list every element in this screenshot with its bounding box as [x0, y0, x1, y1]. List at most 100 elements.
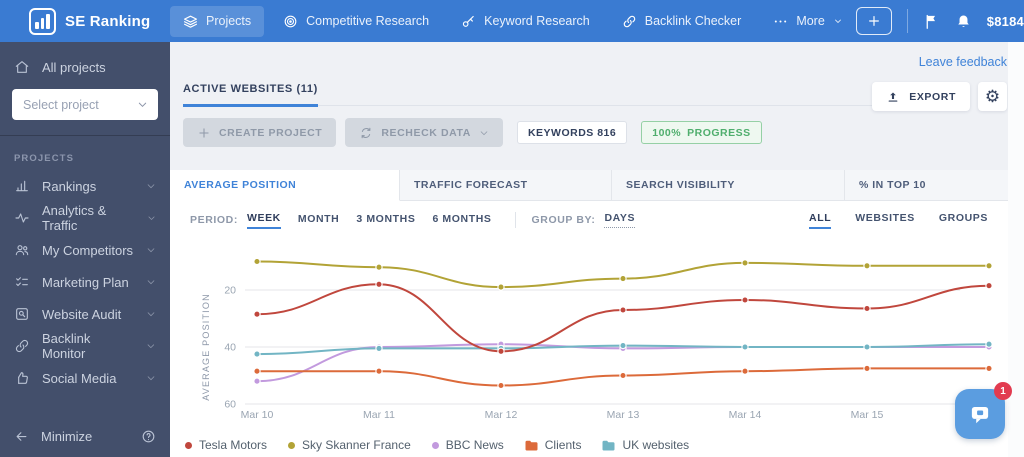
sidebar-item-website-audit[interactable]: Website Audit: [0, 298, 170, 330]
sidebar-item-label: Marketing Plan: [42, 274, 129, 290]
chevron-down-icon: [147, 248, 155, 253]
sidebar-item-all-projects[interactable]: All projects: [0, 42, 170, 87]
export-label: EXPORT: [909, 90, 956, 103]
controls-divider: [514, 212, 516, 228]
chart-controls: PERIOD: WEEK MONTH 3 MONTHS 6 MONTHS GRO…: [170, 201, 1008, 239]
chat-unread-badge: 1: [994, 382, 1012, 400]
legend-item[interactable]: Tesla Motors: [185, 438, 267, 452]
refresh-icon: [361, 127, 371, 138]
legend-item[interactable]: Clients: [525, 438, 581, 452]
chevron-down-icon: [147, 184, 155, 189]
scope-all[interactable]: ALL: [809, 212, 832, 229]
chevron-down-icon: [147, 312, 155, 317]
bar-chart-icon: [16, 180, 28, 192]
create-project-button[interactable]: CREATE PROJECT: [183, 118, 337, 147]
period-3-months[interactable]: 3 MONTHS: [356, 213, 415, 228]
nav-item-competitive-research[interactable]: Competitive Research: [270, 6, 442, 37]
legend-label: Tesla Motors: [199, 438, 268, 452]
sidebar-item-social-media[interactable]: Social Media: [0, 362, 170, 394]
key-icon: [463, 15, 474, 27]
chart-plot-area: 20 40 60 AVERAGE POSITION Mar 10 Mar 11 Mar 12…: [170, 239, 1008, 429]
add-button[interactable]: [855, 7, 892, 35]
nav-label: Keyword Research: [484, 14, 590, 28]
nav-label: Competitive Research: [306, 14, 430, 28]
svg-text:60: 60: [224, 399, 236, 411]
minimize-label: Minimize: [41, 428, 93, 444]
brand[interactable]: SE Ranking: [0, 7, 170, 35]
legend-label: UK websites: [622, 438, 690, 452]
recheck-data-label: RECHECK DATA: [381, 126, 471, 139]
sidebar-item-label: Social Media: [42, 370, 117, 386]
tab-percent-in-top-10[interactable]: % IN TOP 10: [845, 170, 1008, 200]
export-button[interactable]: EXPORT: [872, 82, 970, 111]
nav-item-more[interactable]: More: [760, 6, 855, 37]
thumbs-up-icon: [18, 372, 28, 384]
target-icon: [284, 15, 297, 27]
project-select[interactable]: Select project: [12, 89, 158, 120]
chevron-down-icon: [147, 344, 155, 349]
legend-label: Sky Skanner France: [302, 438, 411, 452]
keywords-badge-label: KEYWORDS 816: [527, 126, 617, 139]
sidebar-item-label: Backlink Monitor: [42, 331, 91, 361]
plus-icon: [199, 127, 209, 138]
folder-icon: [602, 440, 615, 450]
legend-item[interactable]: BBC News: [431, 438, 504, 452]
legend-item[interactable]: Sky Skanner France: [288, 438, 411, 452]
sidebar-item-my-competitors[interactable]: My Competitors: [0, 234, 170, 266]
sidebar-item-backlink-monitor[interactable]: Backlink Monitor: [0, 330, 170, 362]
chat-bubble-icon: [971, 406, 989, 424]
svg-text:Mar 10: Mar 10: [241, 409, 274, 421]
sidebar-item-rankings[interactable]: Rankings: [0, 170, 170, 202]
create-project-label: CREATE PROJECT: [219, 126, 323, 139]
keywords-badge: KEYWORDS 816: [516, 121, 628, 144]
link-icon: [15, 339, 29, 353]
main-content: Leave feedback ACTIVE WEBSITES (11) EXPO…: [170, 42, 1024, 457]
sidebar: All projects Select project PROJECTS Ran…: [0, 42, 170, 457]
settings-button[interactable]: ⚙: [978, 82, 1007, 111]
chevron-down-icon: [138, 102, 147, 107]
group-by-days[interactable]: DAYS: [604, 212, 636, 228]
tab-average-position[interactable]: AVERAGE POSITION: [170, 170, 400, 201]
top-navigation: Projects Competitive Research Keyword Re…: [170, 5, 856, 37]
pulse-icon: [15, 213, 29, 223]
nav-item-backlink-checker[interactable]: Backlink Checker: [609, 6, 755, 37]
home-icon: [15, 61, 29, 73]
sidebar-item-marketing-plan[interactable]: Marketing Plan: [0, 266, 170, 298]
help-icon[interactable]: [141, 429, 156, 444]
actions-row: CREATE PROJECT RECHECK DATA KEYWORDS 816…: [183, 118, 762, 147]
scope-groups[interactable]: GROUPS: [939, 212, 988, 229]
chat-widget-button[interactable]: 1: [955, 382, 1012, 439]
nav-item-keyword-research[interactable]: Keyword Research: [448, 6, 603, 37]
average-position-chart: 20 40 60 AVERAGE POSITION Mar 10 Mar 11 Mar 12…: [201, 257, 993, 421]
flag-button[interactable]: [923, 13, 940, 30]
progress-label: PROGRESS: [687, 126, 751, 139]
legend-item[interactable]: UK websites: [602, 438, 689, 452]
account-balance[interactable]: $8184.4477: [987, 14, 1024, 29]
folder-icon: [525, 440, 538, 450]
se-ranking-logo-icon: [29, 7, 56, 35]
recheck-data-button[interactable]: RECHECK DATA: [345, 118, 503, 147]
topbar: SE Ranking Projects Competitive Research…: [0, 0, 1024, 42]
tab-active-websites[interactable]: ACTIVE WEBSITES (11): [183, 83, 318, 107]
svg-text:Mar 12: Mar 12: [485, 409, 518, 421]
notifications-button[interactable]: [955, 13, 972, 30]
tab-traffic-forecast[interactable]: TRAFFIC FORECAST: [400, 170, 612, 200]
series-dot-icon: [288, 441, 296, 449]
tasks-icon: [16, 277, 28, 287]
audit-magnifier-icon: [16, 308, 28, 320]
period-week[interactable]: WEEK: [246, 212, 281, 229]
flag-icon: [926, 14, 935, 29]
nav-item-projects[interactable]: Projects: [170, 5, 265, 37]
period-6-months[interactable]: 6 MONTHS: [432, 213, 491, 228]
chart-legend: Tesla Motors Sky Skanner France BBC News Cl…: [185, 438, 689, 452]
scope-websites[interactable]: WEBSITES: [855, 212, 915, 229]
project-select-value: Select project: [23, 97, 99, 112]
tab-search-visibility[interactable]: SEARCH VISIBILITY: [612, 170, 845, 200]
sidebar-minimize[interactable]: Minimize: [0, 415, 170, 457]
leave-feedback-link[interactable]: Leave feedback: [919, 55, 1007, 69]
sidebar-item-label: My Competitors: [42, 242, 134, 258]
sidebar-item-analytics-traffic[interactable]: Analytics & Traffic: [0, 202, 170, 234]
period-month[interactable]: MONTH: [298, 213, 340, 228]
people-icon: [15, 245, 29, 256]
topbar-divider: [906, 9, 908, 33]
